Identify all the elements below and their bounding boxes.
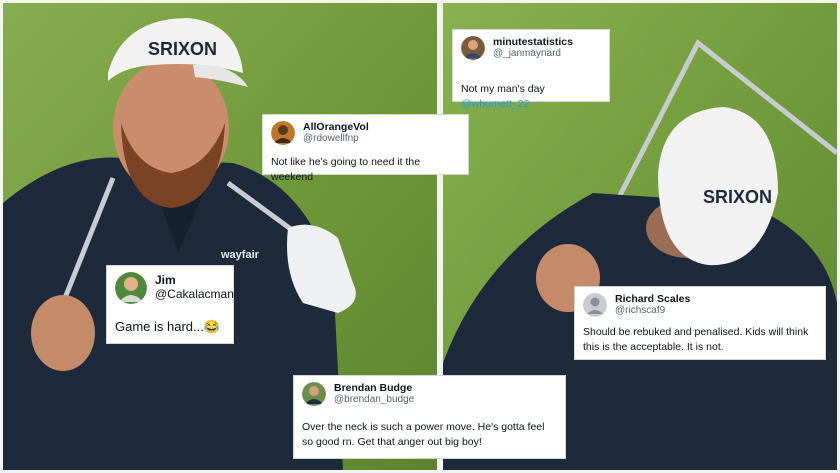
tweet-author-handle[interactable]: @_janmaynard — [493, 48, 573, 60]
tweet-author-name[interactable]: minutestatistics — [493, 36, 573, 48]
tweet-card-allorangevol[interactable]: AllOrangeVol @rdowellfnp Not like he's g… — [262, 114, 469, 183]
tweet-author-name[interactable]: Brendan Budge — [334, 382, 414, 394]
cap-logo-left: SRIXON — [148, 39, 217, 59]
chest-logo-left: wayfair — [220, 249, 260, 261]
tweet-text: Not my man's day @wburnett_22 — [461, 82, 601, 112]
tweet-header: Richard Scales @richscaf9 — [583, 293, 690, 317]
tweet-author-handle[interactable]: @rdowellfnp — [303, 133, 369, 145]
tweet-text: Game is hard...😂 — [115, 319, 221, 334]
tweet-card-brendan-budge[interactable]: Brendan Budge @brendan_budge Over the ne… — [293, 375, 566, 459]
tweet-author-name[interactable]: AllOrangeVol — [303, 121, 369, 133]
tweet-text-content: Not my man's day — [461, 83, 545, 95]
tweet-header: Jim @Cakalacman — [115, 272, 234, 304]
tweet-author-name[interactable]: Jim — [155, 273, 234, 288]
tweet-text: Not like he's going to need it the weeke… — [271, 156, 421, 184]
tweet-mention-link[interactable]: @wburnett_22 — [461, 98, 529, 110]
tweet-author-handle[interactable]: @richscaf9 — [615, 305, 690, 317]
tweet-card-jim[interactable]: Jim @Cakalacman Game is hard...😂 — [106, 265, 234, 344]
tweet-header: minutestatistics @_janmaynard — [461, 36, 573, 60]
tweet-author-handle[interactable]: @Cakalacman — [155, 287, 234, 302]
tweet-card-richard-scales[interactable]: Richard Scales @richscaf9 Should be rebu… — [574, 286, 826, 360]
tweet-header: AllOrangeVol @rdowellfnp — [271, 121, 369, 145]
avatar — [302, 382, 326, 406]
tweet-text: Over the neck is such a power move. He's… — [302, 421, 545, 449]
tweet-header: Brendan Budge @brendan_budge — [302, 382, 414, 406]
tweet-author-handle[interactable]: @brendan_budge — [334, 394, 414, 406]
tweet-text: Should be rebuked and penalised. Kids wi… — [583, 326, 809, 354]
avatar — [115, 272, 147, 304]
avatar — [461, 36, 485, 60]
cap-logo-right: SRIXON — [703, 187, 772, 207]
avatar — [583, 293, 607, 317]
tweet-card-minutestatistics[interactable]: minutestatistics @_janmaynard Not my man… — [452, 29, 610, 110]
tweet-author-name[interactable]: Richard Scales — [615, 293, 690, 305]
avatar — [271, 121, 295, 145]
